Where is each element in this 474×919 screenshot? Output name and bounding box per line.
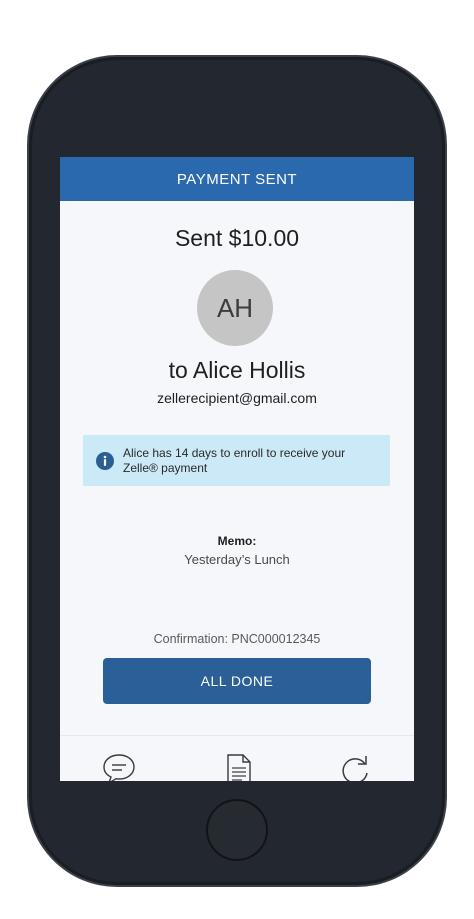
info-icon — [96, 451, 114, 470]
all-done-button[interactable]: ALL DONE — [103, 658, 371, 704]
memo-value: Yesterday’s Lunch — [184, 552, 290, 567]
document-icon[interactable] — [222, 753, 256, 781]
recipient-name: to Alice Hollis — [168, 357, 306, 383]
page-header: PAYMENT SENT — [60, 157, 414, 201]
page-title: PAYMENT SENT — [176, 170, 298, 188]
chat-bubble-icon[interactable] — [102, 753, 136, 781]
recipient-email: zellerecipient@gmail.com — [157, 390, 317, 406]
info-message: Alice has 14 days to enroll to receive y… — [123, 445, 346, 475]
bottom-tab-bar — [60, 735, 414, 781]
sent-amount: Sent $10.00 — [174, 225, 300, 251]
home-button[interactable] — [206, 799, 268, 861]
info-banner: Alice has 14 days to enroll to receive y… — [83, 435, 390, 486]
confirmation-number: Confirmation: PNC000012345 — [153, 632, 321, 646]
app-screen: PAYMENT SENT Sent $10.00 AH to Alice Hol… — [60, 157, 414, 781]
refresh-icon[interactable] — [338, 753, 372, 781]
memo-label: Memo: — [217, 534, 257, 548]
avatar-initials: AH — [216, 292, 254, 323]
avatar: AH — [197, 270, 273, 346]
